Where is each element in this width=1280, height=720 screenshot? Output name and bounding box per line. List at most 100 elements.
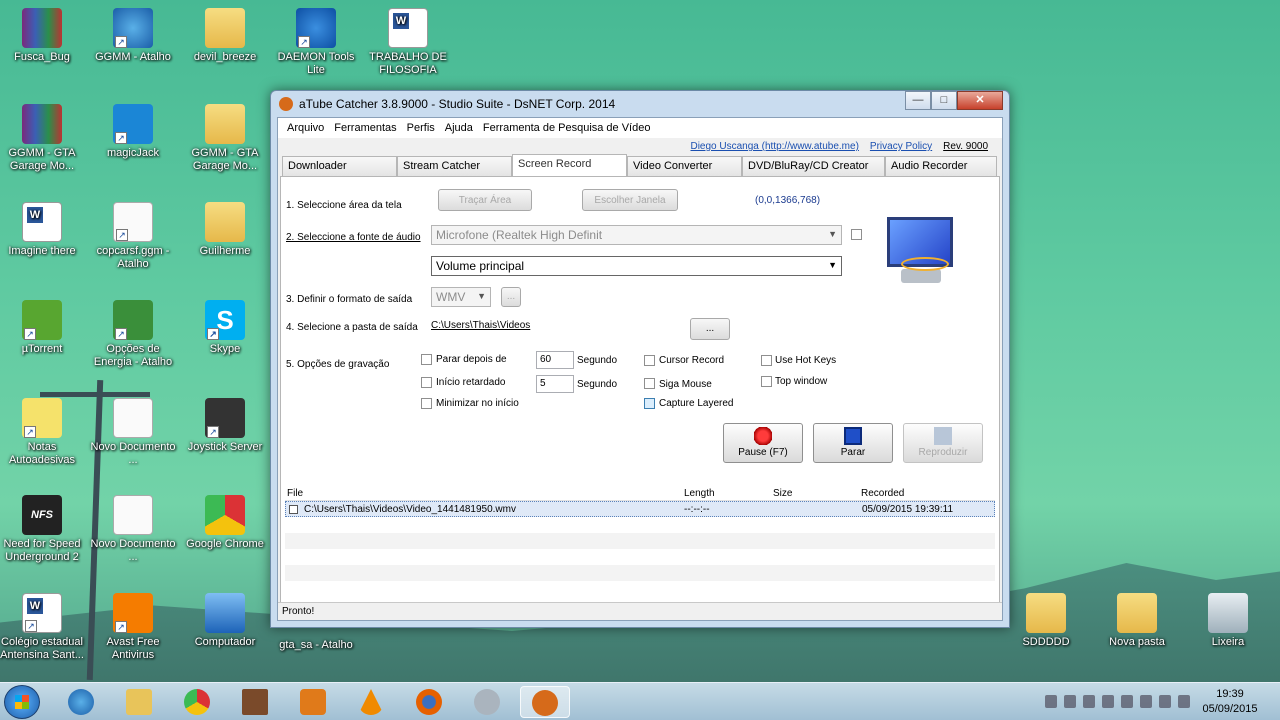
delay-start-input[interactable]: 5 <box>536 375 574 393</box>
tab-audio-recorder[interactable]: Audio Recorder <box>885 156 997 176</box>
top-window-checkbox[interactable] <box>761 376 772 387</box>
trace-area-button[interactable]: Traçar Área <box>438 189 532 211</box>
chevron-down-icon: ▼ <box>828 260 837 270</box>
format-options-button[interactable]: ... <box>501 287 521 307</box>
desktop-icon[interactable]: NFS Need for Speed Underground 2 <box>0 495 87 564</box>
desktop-icon[interactable]: Computador <box>180 593 270 649</box>
title-bar[interactable]: aTube Catcher 3.8.9000 - Studio Suite - … <box>271 91 1009 117</box>
tray-app-icon[interactable] <box>1102 695 1114 708</box>
stop-after-input[interactable]: 60 <box>536 351 574 369</box>
desktop-icon[interactable]: ↗ GGMM - Atalho <box>88 8 178 64</box>
desktop-icon[interactable]: ↗ Notas Autoadesivas <box>0 398 87 467</box>
col-length[interactable]: Length <box>684 488 715 499</box>
browse-button[interactable]: ... <box>690 318 730 340</box>
desktop-icon[interactable]: Nova pasta <box>1092 593 1182 649</box>
taskbar-gta[interactable] <box>230 686 280 718</box>
step1-label: 1. Seleccione área da tela <box>286 200 402 211</box>
desktop-icon[interactable]: ↗ magicJack <box>88 104 178 160</box>
taskbar-speaker-app[interactable] <box>462 686 512 718</box>
desktop-icon[interactable]: GGMM - GTA Garage Mo... <box>0 104 87 173</box>
desktop-icon[interactable]: ↗ copcarsf.ggm - Atalho <box>88 202 178 271</box>
desktop-icon[interactable]: Novo Documento ... <box>88 495 178 564</box>
output-path-field[interactable]: C:\Users\Thais\Videos <box>429 316 684 336</box>
desktop-icon[interactable]: Imagine there <box>0 202 87 258</box>
desktop-icon[interactable]: Novo Documento ... <box>88 398 178 467</box>
stop-after-checkbox[interactable] <box>421 354 432 365</box>
maximize-button[interactable]: □ <box>931 91 957 110</box>
menu-ferramentas[interactable]: Ferramentas <box>329 118 401 138</box>
taskbar-firefox[interactable] <box>404 686 454 718</box>
audio-enable-checkbox[interactable] <box>851 229 862 240</box>
audio-source-select[interactable]: Microfone (Realtek High Definit ▼ <box>431 225 842 245</box>
capture-coords: (0,0,1366,768) <box>755 195 821 206</box>
desktop-icon[interactable]: S ↗ Skype <box>180 300 270 356</box>
menu-ajuda[interactable]: Ajuda <box>440 118 478 138</box>
taskbar-atube-catcher[interactable] <box>520 686 570 718</box>
network-icon[interactable] <box>1159 695 1171 708</box>
revision-link[interactable]: Rev. 9000 <box>943 138 988 156</box>
desktop-icon[interactable]: gta_sa - Atalho <box>271 628 361 652</box>
tab-stream-catcher[interactable]: Stream Catcher <box>397 156 512 176</box>
desktop-icon[interactable]: ↗ DAEMON Tools Lite <box>271 8 361 77</box>
taskbar-explorer[interactable] <box>114 686 164 718</box>
hot-keys-checkbox[interactable] <box>761 355 772 366</box>
menu-video-search[interactable]: Ferramenta de Pesquisa de Vídeo <box>478 118 656 138</box>
desktop-icon[interactable]: Guilherme <box>180 202 270 258</box>
tab-video-converter[interactable]: Video Converter <box>627 156 742 176</box>
volume-icon[interactable] <box>1178 695 1190 708</box>
tray-app-icon[interactable] <box>1121 695 1133 708</box>
tray-app-icon[interactable] <box>1083 695 1095 708</box>
format-select[interactable]: WMV ▼ <box>431 287 491 307</box>
taskbar-vlc[interactable] <box>346 686 396 718</box>
taskbar-ie[interactable] <box>56 686 106 718</box>
desktop-icon[interactable]: ↗ Avast Free Antivirus <box>88 593 178 662</box>
file-icon <box>113 495 153 535</box>
desktop-icon[interactable]: ↗ µTorrent <box>0 300 87 356</box>
taskbar-chrome[interactable] <box>172 686 222 718</box>
word-document-icon <box>22 202 62 242</box>
cursor-record-checkbox[interactable] <box>644 355 655 366</box>
privacy-link[interactable]: Privacy Policy <box>870 138 932 156</box>
pause-button[interactable]: Pause (F7) <box>723 423 803 463</box>
minimize-button[interactable]: — <box>905 91 931 110</box>
desktop-icon[interactable]: ↗Colégio estadual Antensina Sant... <box>0 593 87 662</box>
desktop-icon[interactable]: Lixeira <box>1183 593 1273 649</box>
tab-dvd-creator[interactable]: DVD/BluRay/CD Creator <box>742 156 885 176</box>
stop-button[interactable]: Parar <box>813 423 893 463</box>
col-size[interactable]: Size <box>773 488 792 499</box>
desktop-icon[interactable]: SDDDDD <box>1001 593 1091 649</box>
tab-bar: Downloader Stream Catcher Screen Record … <box>278 154 1002 176</box>
tray-app-icon[interactable] <box>1064 695 1076 708</box>
col-recorded[interactable]: Recorded <box>861 488 904 499</box>
taskbar-clock[interactable]: 19:39 05/09/2015 <box>1200 687 1260 717</box>
delay-start-checkbox[interactable] <box>421 377 432 388</box>
play-button[interactable]: Reproduzir <box>903 423 983 463</box>
desktop-icon[interactable]: GGMM - GTA Garage Mo... <box>180 104 270 173</box>
tray-app-icon[interactable] <box>1045 695 1057 708</box>
taskbar-media-player[interactable] <box>288 686 338 718</box>
desktop-icon[interactable]: TRABALHO DE FILOSOFIA <box>363 8 453 77</box>
audio-channel-select[interactable]: Volume principal ▼ <box>431 256 842 276</box>
tab-downloader[interactable]: Downloader <box>282 156 397 176</box>
flag-icon[interactable] <box>1140 695 1152 708</box>
minimize-on-start-checkbox[interactable] <box>421 398 432 409</box>
close-button[interactable]: ✕ <box>957 91 1003 110</box>
empty-row <box>285 581 995 597</box>
author-link[interactable]: Diego Uscanga (http://www.atube.me) <box>690 138 858 156</box>
empty-row <box>285 549 995 565</box>
desktop-icon[interactable]: Fusca_Bug <box>0 8 87 64</box>
tab-screen-record[interactable]: Screen Record <box>512 154 627 176</box>
col-file[interactable]: File <box>287 488 303 499</box>
desktop-icon[interactable]: ↗ Joystick Server <box>180 398 270 454</box>
desktop-icon[interactable]: Google Chrome <box>180 495 270 551</box>
desktop-icon[interactable]: ↗ Opções de Energia - Atalho <box>88 300 178 369</box>
menu-arquivo[interactable]: Arquivo <box>282 118 329 138</box>
menu-perfis[interactable]: Perfis <box>402 118 440 138</box>
table-row[interactable]: C:\Users\Thais\Videos\Video_1441481950.w… <box>285 501 995 517</box>
stop-after-label: Parar depois de <box>436 354 507 365</box>
choose-window-button[interactable]: Escolher Janela <box>582 189 678 211</box>
capture-layered-checkbox[interactable] <box>644 398 655 409</box>
start-button[interactable] <box>4 685 40 719</box>
follow-mouse-checkbox[interactable] <box>644 378 655 389</box>
desktop-icon[interactable]: devil_breeze <box>180 8 270 64</box>
